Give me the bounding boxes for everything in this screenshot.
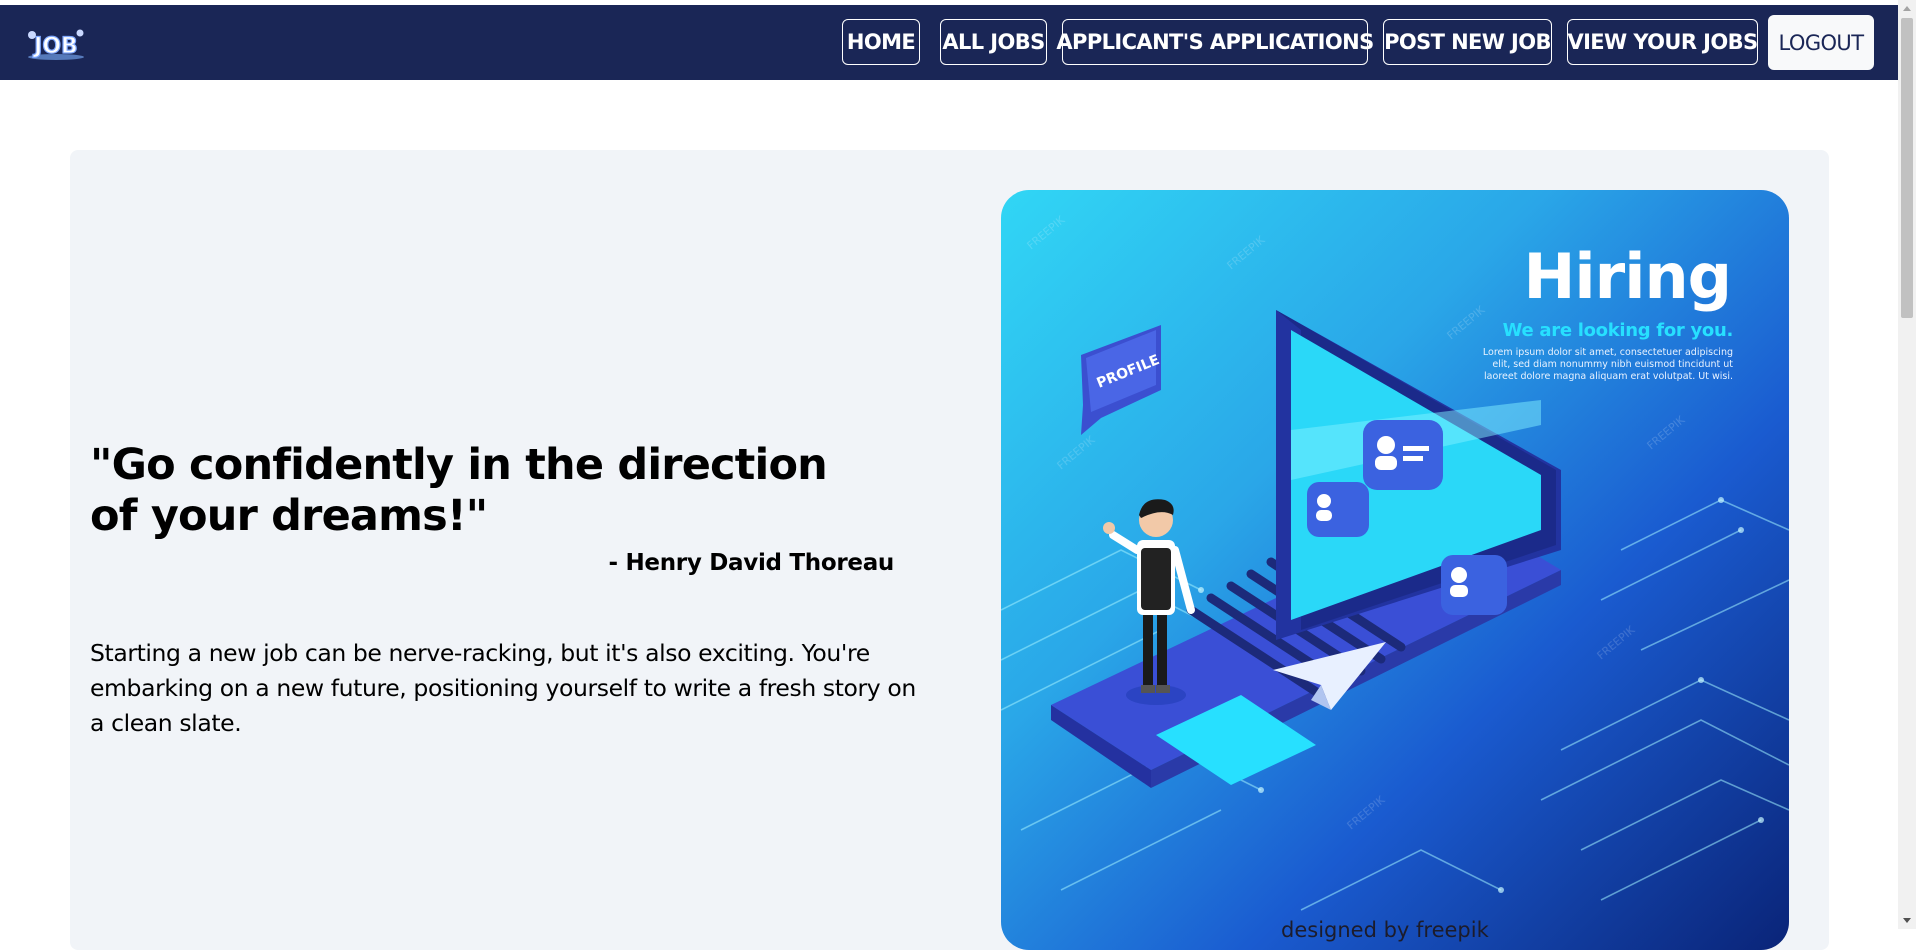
svg-text:FREEPIK: FREEPIK — [1225, 233, 1268, 272]
svg-text:FREEPIK: FREEPIK — [1595, 623, 1638, 662]
scroll-thumb[interactable] — [1901, 18, 1913, 318]
nav-post-new-job[interactable]: POST NEW JOB — [1383, 19, 1552, 65]
svg-text:FREEPIK: FREEPIK — [1055, 433, 1098, 472]
svg-text:FREEPIK: FREEPIK — [1025, 213, 1068, 252]
logout-button[interactable]: LOGOUT — [1768, 15, 1874, 70]
site-logo[interactable]: JOB — [24, 27, 88, 61]
svg-text:FREEPIK: FREEPIK — [1645, 413, 1688, 452]
quote-author: - Henry David Thoreau — [608, 550, 895, 576]
nav-applicants-applications[interactable]: APPLICANT'S APPLICATIONS — [1056, 19, 1374, 65]
navbar: JOB HOME ALL JOBS APPLICANT'S APPLICATIO… — [0, 5, 1898, 80]
banner-body-text: Lorem ipsum dolor sit amet, consectetuer… — [1482, 347, 1733, 382]
scroll-down-icon[interactable] — [1903, 918, 1911, 923]
page-scrollbar[interactable] — [1898, 0, 1916, 929]
nav-view-your-jobs[interactable]: VIEW YOUR JOBS — [1567, 19, 1758, 65]
svg-text:FREEPIK: FREEPIK — [1345, 793, 1388, 832]
logo-icon: JOB — [28, 29, 84, 60]
svg-text:FREEPIK: FREEPIK — [1445, 303, 1488, 342]
image-credit: designed by freepik — [1281, 918, 1489, 942]
banner-subtitle: We are looking for you. — [1502, 320, 1734, 341]
hero-quote: "Go confidently in the direction of your… — [90, 440, 828, 541]
hiring-banner-image: PROFILE FREEPIK FREEPIK FREEPIK FREEPIK … — [1001, 190, 1789, 950]
nav-home[interactable]: HOME — [842, 19, 920, 65]
nav-all-jobs[interactable]: ALL JOBS — [940, 19, 1047, 65]
banner-title: Hiring — [1523, 240, 1732, 313]
scroll-up-icon[interactable] — [1903, 6, 1911, 11]
hero-intro-text: Starting a new job can be nerve-racking,… — [90, 639, 916, 737]
svg-text:JOB: JOB — [32, 34, 78, 59]
